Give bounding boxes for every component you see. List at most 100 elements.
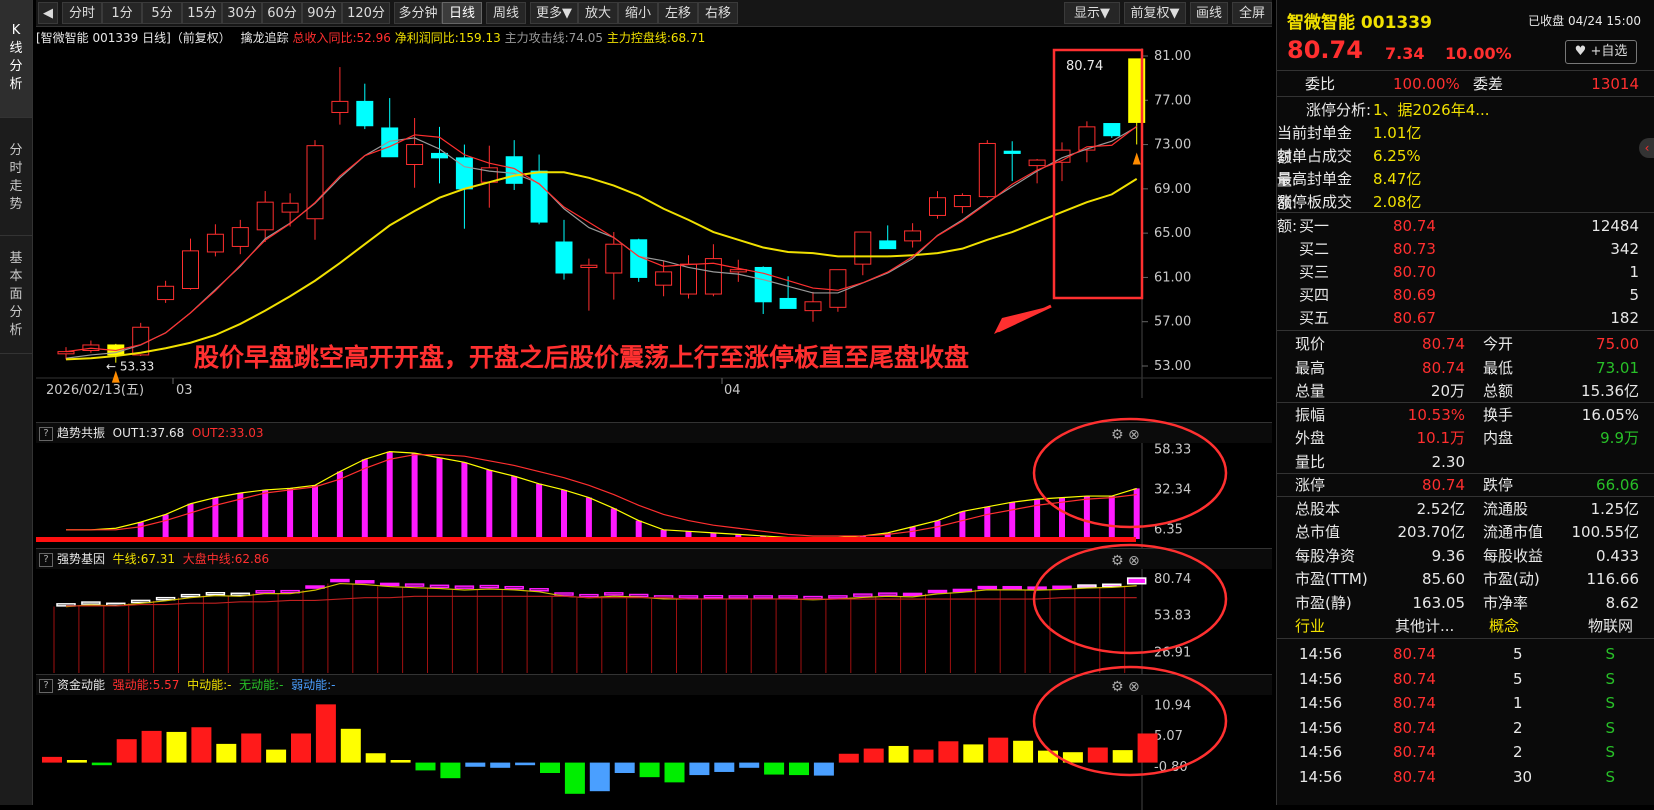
- close-icon[interactable]: ⊗: [1128, 427, 1140, 443]
- period-button-15[interactable]: 右移: [698, 2, 738, 24]
- candle[interactable]: [182, 238, 199, 290]
- candle[interactable]: [256, 191, 274, 242]
- momentum-bar: [116, 739, 137, 763]
- view-button-1[interactable]: 前复权▼: [1124, 2, 1186, 24]
- candle[interactable]: [680, 255, 697, 299]
- help-icon[interactable]: ?: [39, 552, 53, 567]
- strong-gene-chart[interactable]: 80.7453.8326.91⚙ ⊗: [36, 543, 1272, 689]
- momentum-bar: [365, 753, 386, 763]
- help-icon[interactable]: ?: [39, 426, 53, 441]
- candle[interactable]: [281, 193, 299, 227]
- period-button-4[interactable]: 30分: [222, 2, 262, 24]
- period-button-9[interactable]: 日线: [442, 2, 482, 24]
- period-button-10[interactable]: 周线: [486, 2, 526, 24]
- industry-row[interactable]: 行业 其他计... 概念 物联网: [1277, 614, 1654, 638]
- candle[interactable]: [804, 291, 822, 322]
- x-label-date: 2026/02/13(五): [46, 383, 144, 398]
- tab-kline[interactable]: K线分析: [0, 0, 32, 118]
- heart-icon: ♥: [1574, 44, 1587, 59]
- tab-intraday[interactable]: 分时走势: [0, 118, 32, 236]
- candle[interactable]: [406, 118, 424, 188]
- candle[interactable]: [381, 98, 399, 158]
- period-button-0[interactable]: 分时: [62, 2, 102, 24]
- candle[interactable]: [1078, 121, 1096, 163]
- gear-icon[interactable]: ⚙: [1111, 427, 1124, 443]
- candle[interactable]: [929, 191, 946, 219]
- fund-momentum-chart[interactable]: 10.945.07-0.80⚙ ⊗: [36, 665, 1272, 810]
- resonance-bar: [1059, 497, 1065, 539]
- gear-icon[interactable]: ⚙: [1111, 679, 1124, 695]
- candle[interactable]: [879, 225, 897, 250]
- candle[interactable]: [356, 83, 374, 130]
- limit-row: 封单占成交量: 6.25%: [1277, 144, 1654, 189]
- trend-resonance-chart[interactable]: 58.3332.346.35⚙ ⊗: [36, 417, 1272, 563]
- candle[interactable]: [1053, 142, 1071, 182]
- tab-intraday-label: 分时走势: [9, 143, 23, 212]
- view-button-0[interactable]: 显示▼: [1064, 2, 1120, 24]
- view-button-3[interactable]: 全屏: [1232, 2, 1272, 24]
- candle[interactable]: [1103, 123, 1121, 138]
- close-icon[interactable]: ⊗: [1128, 679, 1140, 695]
- period-button-12[interactable]: 放大: [578, 2, 618, 24]
- period-button-11[interactable]: 更多▼: [530, 2, 578, 24]
- tick-side: S: [1605, 767, 1615, 786]
- candle[interactable]: [231, 219, 249, 255]
- prev-icon[interactable]: ◀: [38, 2, 58, 24]
- momentum-bar: [66, 760, 87, 763]
- period-button-1[interactable]: 1分: [102, 2, 142, 24]
- close-icon[interactable]: ⊗: [1128, 553, 1140, 569]
- stat-value: 75.00: [1596, 335, 1639, 353]
- stat-value: 85.60: [1422, 570, 1465, 588]
- gear-icon[interactable]: ⚙: [1111, 553, 1124, 569]
- gene-bar: [205, 591, 226, 596]
- period-button-8[interactable]: 多分钟: [394, 2, 442, 24]
- momentum-bar: [614, 762, 635, 773]
- period-button-6[interactable]: 90分: [302, 2, 342, 24]
- strong-gene-header: ? 强势基因 牛线:67.31 大盘中线:62.86: [36, 549, 1272, 569]
- kline-chart[interactable]: 81.00 77.00 73.00 69.00 65.00 61.00 57.00 53.00…: [36, 48, 1272, 420]
- period-button-5[interactable]: 60分: [262, 2, 302, 24]
- candle[interactable]: [904, 223, 922, 248]
- candle[interactable]: [1003, 141, 1021, 182]
- tick-time: 14:56: [1299, 743, 1343, 761]
- add-watchlist-button[interactable]: ♥ +自选: [1565, 40, 1637, 64]
- candle[interactable]: [978, 140, 996, 198]
- candle[interactable]: [206, 224, 224, 257]
- candle[interactable]: [480, 145, 498, 208]
- resonance-bar: [287, 488, 294, 539]
- candle[interactable]: [630, 238, 648, 282]
- candle[interactable]: [704, 244, 722, 297]
- period-toolbar: ◀ 分时 1分 5分 15分 30分 60分 90分 120分 多分钟 日线 周线 更多▼ 放大 缩小 左移…: [36, 0, 1272, 27]
- webi-row: 委比 100.00% 委差 13014: [1277, 72, 1654, 96]
- help-icon[interactable]: ?: [39, 678, 53, 693]
- tab-fundamental[interactable]: 基本面分析: [0, 236, 32, 354]
- candle[interactable]: [331, 67, 349, 125]
- view-button-2[interactable]: 画线: [1190, 2, 1228, 24]
- candle[interactable]: [953, 193, 971, 214]
- candle[interactable]: [505, 140, 523, 190]
- period-button-2[interactable]: 5分: [142, 2, 182, 24]
- stat-value: 0.433: [1596, 546, 1639, 565]
- gene-bar: [1126, 577, 1147, 585]
- period-button-14[interactable]: 左移: [658, 2, 698, 24]
- candle[interactable]: [729, 259, 747, 282]
- candle[interactable]: [555, 219, 573, 280]
- candle[interactable]: [82, 340, 100, 353]
- period-button-13[interactable]: 缩小: [618, 2, 658, 24]
- fund-title: 资金动能: [57, 678, 106, 692]
- period-button-3[interactable]: 15分: [182, 2, 222, 24]
- bid-price: 80.70: [1393, 263, 1436, 281]
- candle[interactable]: [431, 126, 448, 184]
- candle[interactable]: [157, 280, 175, 303]
- stat-label: 量比: [1295, 452, 1326, 471]
- candle[interactable]: [306, 140, 324, 240]
- period-button-7[interactable]: 120分: [342, 2, 390, 24]
- candle[interactable]: [854, 231, 872, 276]
- income-label: 总收入同比:52.96: [292, 31, 391, 45]
- gene-title: 强势基因: [57, 552, 106, 566]
- candle[interactable]: [580, 258, 598, 311]
- momentum-bar: [42, 756, 62, 763]
- collapse-icon[interactable]: ‹: [1639, 138, 1654, 158]
- tick-side: S: [1605, 718, 1615, 737]
- stat-row: 每股净资 9.36 每股收益 0.433: [1277, 544, 1654, 568]
